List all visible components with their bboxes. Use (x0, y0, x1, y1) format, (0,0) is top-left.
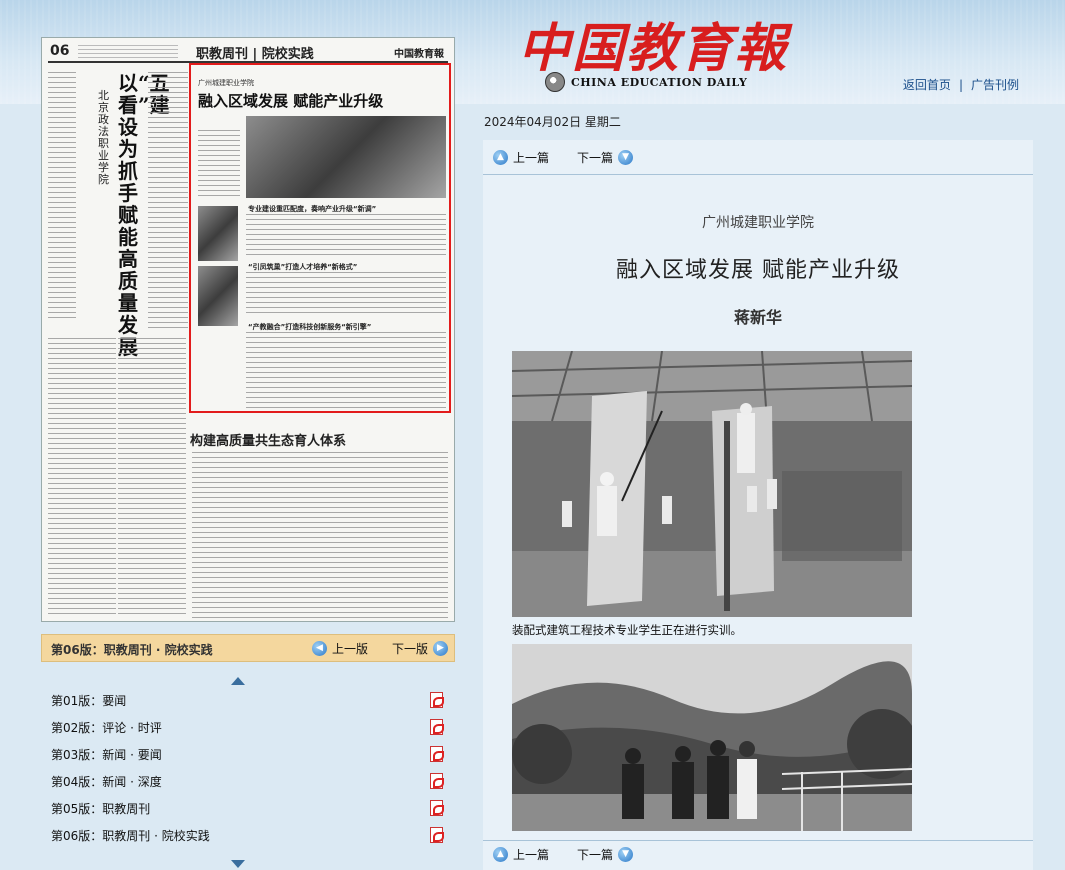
pdf-icon[interactable] (430, 746, 444, 762)
article-photo-training (512, 351, 912, 617)
article-author: 蒋新华 (733, 308, 782, 327)
training-photo-image (512, 351, 912, 617)
edition-item[interactable]: 第03版：新闻 · 要闻 (41, 742, 455, 769)
edition-label: 第05版：职教周刊 (51, 802, 151, 816)
next-article-button[interactable]: 下一篇 ▼ (577, 149, 634, 166)
newspaper-page[interactable]: 06 职教周刊 | 院校实践 中国教育報 北京政法职业学院 以“五看”建设为抓手… (41, 37, 455, 622)
text-column (48, 338, 116, 618)
issue-date: 2024年04月02日 星期二 (484, 115, 621, 129)
prev-article-label: 上一篇 (513, 151, 550, 165)
pdf-icon[interactable] (430, 719, 444, 735)
text-column (246, 332, 446, 408)
edition-item[interactable]: 第04版：新闻 · 深度 (41, 769, 455, 796)
page-section-title: 职教周刊 | 院校实践 (196, 47, 314, 62)
edition-label: 第04版：新闻 · 深度 (51, 775, 162, 789)
text-column (148, 72, 188, 332)
next-article-label: 下一篇 (577, 848, 614, 862)
globe-icon (545, 72, 565, 92)
field-photo-image (512, 644, 912, 831)
left-kicker: 北京政法职业学院 (98, 89, 109, 186)
subhead: “引凤筑巢”打造人才培养“新格式” (248, 263, 358, 271)
next-page-label: 下一版 (392, 642, 429, 656)
pdf-icon[interactable] (430, 800, 444, 816)
article-title: 融入区域发展 赋能产业升级 (616, 258, 900, 283)
home-link[interactable]: 返回首页 (903, 78, 951, 92)
arrow-down-icon: ▼ (618, 150, 634, 165)
arrow-left-icon: ◀ (312, 641, 327, 656)
scroll-up-arrow-icon[interactable] (231, 677, 245, 685)
arrow-up-icon: ▲ (493, 847, 508, 862)
text-column (48, 72, 76, 322)
page-pager: 第06版：职教周刊 · 院校实践 ◀ 上一版 下一版 ▶ (41, 634, 455, 662)
thumb-photo (198, 206, 238, 261)
pdf-icon[interactable] (430, 773, 444, 789)
current-page-label: 第06版：职教周刊 · 院校实践 (51, 643, 213, 657)
text-column (198, 130, 240, 200)
page-number: 06 (50, 43, 70, 59)
text-column (118, 338, 186, 618)
edition-item[interactable]: 第01版：要闻 (41, 688, 455, 715)
logo-english: CHINA EDUCATION DAILY (571, 75, 748, 89)
thumb-photo (198, 266, 238, 326)
highlighted-title[interactable]: 融入区域发展 赋能产业升级 (198, 90, 383, 111)
photo-caption: 装配式建筑工程技术专业学生正在进行实训。 (512, 623, 742, 637)
top-links: 返回首页 | 广告刊例 (899, 76, 1023, 93)
edition-item[interactable]: 第05版：职教周刊 (41, 796, 455, 823)
divider (483, 174, 1033, 175)
prev-page-button[interactable]: ◀ 上一版 (312, 640, 368, 657)
article-nav-top: ▲ 上一篇 下一篇 ▼ (493, 149, 634, 166)
arrow-up-icon: ▲ (493, 150, 508, 165)
logo-subtitle: CHINA EDUCATION DAILY (545, 72, 747, 92)
thumb-photo (246, 116, 446, 198)
page-header: 06 职教周刊 | 院校实践 中国教育報 (48, 41, 448, 63)
article-nav-bottom: ▲ 上一篇 下一篇 ▼ (493, 846, 634, 863)
prev-article-label: 上一篇 (513, 848, 550, 862)
next-article-button-bottom[interactable]: 下一篇 ▼ (577, 846, 634, 863)
separator: | (958, 78, 963, 92)
subhead: 专业建设重匹配度，奏响产业升级“新调” (248, 205, 377, 213)
page-header-fineprint (78, 45, 178, 59)
text-column (246, 272, 446, 316)
prev-page-label: 上一版 (332, 642, 369, 656)
site-logo[interactable]: 中国教育報 (518, 6, 788, 81)
edition-label: 第03版：新闻 · 要闻 (51, 748, 162, 762)
next-article-label: 下一篇 (577, 151, 614, 165)
pdf-icon[interactable] (430, 827, 444, 843)
text-column (246, 214, 446, 258)
bottom-article-title[interactable]: 构建高质量共生态育人体系 (190, 430, 346, 449)
scroll-down-arrow-icon[interactable] (231, 860, 245, 868)
ad-rates-link[interactable]: 广告刊例 (971, 78, 1019, 92)
text-column (192, 452, 448, 618)
arrow-right-icon: ▶ (433, 641, 449, 656)
left-headline[interactable]: 以“五看”建设为抓手赋能高质量发展 (118, 72, 170, 358)
article-school: 广州城建职业学院 (702, 215, 814, 231)
divider (483, 840, 1033, 841)
prev-article-button-bottom[interactable]: ▲ 上一篇 (493, 846, 549, 863)
page-logo: 中国教育報 (394, 49, 444, 60)
arrow-down-icon: ▼ (618, 847, 634, 862)
article-photo-field (512, 644, 912, 831)
highlighted-org: 广州城建职业学院 (198, 79, 254, 87)
edition-label: 第06版：职教周刊 · 院校实践 (51, 829, 210, 843)
edition-list: 第01版：要闻 第02版：评论 · 时评 第03版：新闻 · 要闻 第04版：新… (41, 688, 455, 850)
next-page-button[interactable]: 下一版 ▶ (392, 640, 449, 657)
edition-label: 第02版：评论 · 时评 (51, 721, 162, 735)
edition-label: 第01版：要闻 (51, 694, 127, 708)
prev-article-button[interactable]: ▲ 上一篇 (493, 149, 549, 166)
pdf-icon[interactable] (430, 692, 444, 708)
edition-item[interactable]: 第06版：职教周刊 · 院校实践 (41, 823, 455, 850)
subhead: “产教融合”打造科技创新服务“新引擎” (248, 323, 372, 331)
edition-item[interactable]: 第02版：评论 · 时评 (41, 715, 455, 742)
